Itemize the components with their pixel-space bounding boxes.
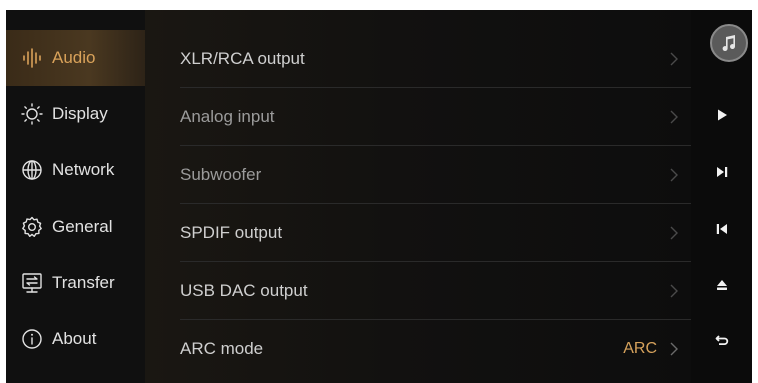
sidebar-item-network[interactable]: Network bbox=[6, 142, 145, 198]
previous-track-icon bbox=[716, 224, 727, 234]
sidebar-item-label: Transfer bbox=[52, 273, 115, 292]
sidebar-item-about[interactable]: About bbox=[6, 311, 145, 367]
next-track-button[interactable] bbox=[691, 152, 752, 192]
setting-row-spdif-output[interactable]: SPDIF output bbox=[145, 204, 691, 261]
globe-icon bbox=[21, 159, 43, 181]
setting-label: SPDIF output bbox=[180, 222, 283, 242]
setting-label: XLR/RCA output bbox=[180, 48, 305, 68]
setting-row-analog-input[interactable]: Analog input bbox=[145, 88, 691, 145]
eject-button[interactable] bbox=[691, 265, 752, 305]
settings-list: XLR/RCA output Analog input Subwoofer SP… bbox=[145, 10, 691, 383]
playback-controls bbox=[691, 10, 752, 383]
setting-row-subwoofer[interactable]: Subwoofer bbox=[145, 146, 691, 203]
eject-icon bbox=[716, 280, 727, 290]
next-track-icon bbox=[716, 167, 727, 177]
back-icon bbox=[715, 335, 728, 345]
gear-icon bbox=[21, 216, 43, 238]
setting-label: Analog input bbox=[180, 106, 275, 126]
sidebar-item-general[interactable]: General bbox=[6, 199, 145, 255]
setting-label: USB DAC output bbox=[180, 280, 308, 300]
screen: Audio Display Network General Transfer A… bbox=[6, 10, 752, 383]
sidebar-item-label: Network bbox=[52, 160, 115, 179]
chevron-right-icon bbox=[670, 284, 678, 297]
back-button[interactable] bbox=[691, 320, 752, 360]
transfer-icon bbox=[21, 272, 43, 294]
sidebar-item-audio[interactable]: Audio bbox=[6, 30, 145, 86]
previous-track-button[interactable] bbox=[691, 209, 752, 249]
chevron-right-icon bbox=[670, 110, 678, 123]
sidebar-item-transfer[interactable]: Transfer bbox=[6, 255, 145, 311]
sidebar-item-label: General bbox=[52, 217, 113, 236]
setting-row-arc-mode[interactable]: ARC mode ARC bbox=[145, 320, 691, 377]
setting-label: Subwoofer bbox=[180, 164, 262, 184]
album-art-icon[interactable] bbox=[710, 24, 748, 62]
chevron-right-icon bbox=[670, 226, 678, 239]
play-icon bbox=[717, 109, 727, 121]
setting-row-usb-dac-output[interactable]: USB DAC output bbox=[145, 262, 691, 319]
sidebar-item-label: Display bbox=[52, 104, 108, 123]
play-button[interactable] bbox=[691, 95, 752, 135]
chevron-right-icon bbox=[670, 342, 678, 355]
chevron-right-icon bbox=[670, 52, 678, 65]
info-icon bbox=[21, 328, 43, 350]
sidebar: Audio Display Network General Transfer A… bbox=[6, 10, 145, 383]
brightness-icon bbox=[21, 103, 43, 125]
audio-waveform-icon bbox=[21, 47, 43, 69]
sidebar-item-label: About bbox=[52, 329, 97, 348]
chevron-right-icon bbox=[670, 168, 678, 181]
sidebar-item-display[interactable]: Display bbox=[6, 86, 145, 142]
sidebar-item-label: Audio bbox=[52, 48, 96, 67]
setting-row-xlr-rca-output[interactable]: XLR/RCA output bbox=[145, 30, 691, 87]
setting-label: ARC mode bbox=[180, 338, 264, 358]
setting-value: ARC bbox=[623, 339, 657, 357]
